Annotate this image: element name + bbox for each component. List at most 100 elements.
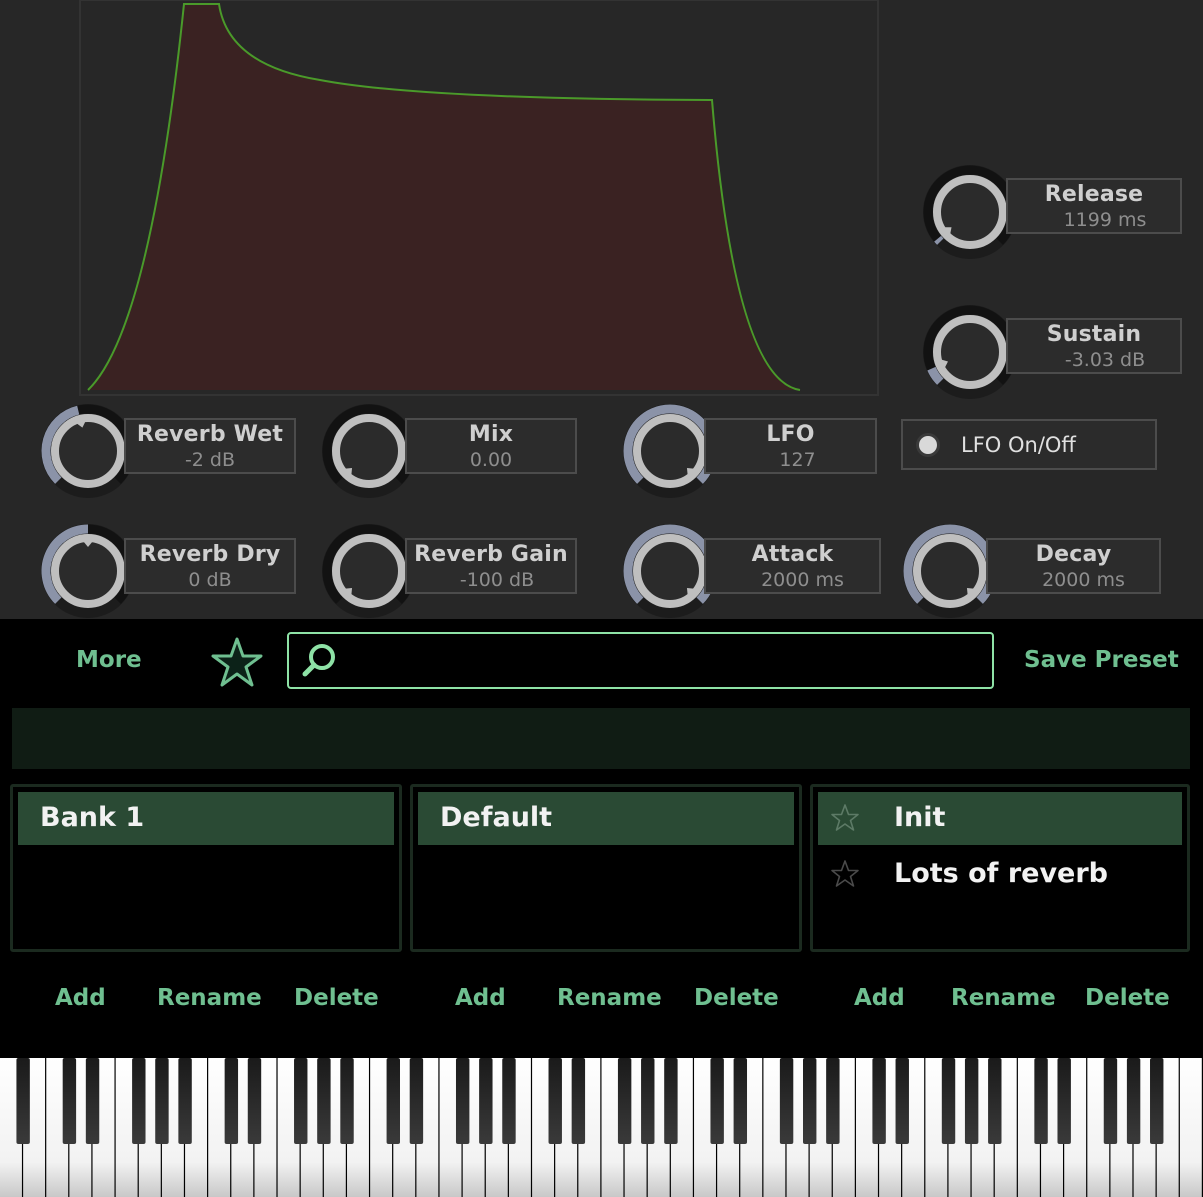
lfo-toggle[interactable]: LFO On/Off bbox=[901, 419, 1157, 470]
preset-item[interactable]: Init bbox=[818, 792, 1182, 845]
reverb-dry-knob[interactable] bbox=[38, 521, 138, 621]
preset-delete-button[interactable]: Delete bbox=[1085, 985, 1170, 1011]
attack-label: Attack bbox=[751, 542, 834, 567]
synth-panel: Release 1199 ms Sustain -3.03 dB Reverb … bbox=[0, 0, 1203, 619]
reverb-wet-value: -2 dB bbox=[184, 449, 236, 471]
black-key[interactable] bbox=[617, 1058, 632, 1144]
reverb-dry-value: 0 dB bbox=[188, 569, 232, 591]
black-key[interactable] bbox=[224, 1058, 239, 1144]
decay-control[interactable]: Decay 2000 ms bbox=[900, 521, 1161, 621]
attack-value: 2000 ms bbox=[761, 569, 844, 591]
black-key[interactable] bbox=[1126, 1058, 1141, 1144]
lfo-display: LFO 127 bbox=[704, 418, 877, 474]
black-key[interactable] bbox=[1150, 1058, 1164, 1144]
black-key[interactable] bbox=[895, 1058, 909, 1144]
mix-label: Mix bbox=[468, 422, 514, 447]
black-key[interactable] bbox=[155, 1058, 169, 1144]
folder-item[interactable]: Default bbox=[418, 792, 794, 845]
preset-list[interactable]: Init Lots of reverb bbox=[810, 784, 1190, 952]
black-key[interactable] bbox=[386, 1058, 400, 1144]
black-key[interactable] bbox=[733, 1058, 748, 1144]
sustain-knob[interactable] bbox=[920, 302, 1020, 402]
bank-add-button[interactable]: Add bbox=[55, 985, 106, 1011]
black-key[interactable] bbox=[803, 1058, 817, 1144]
reverb-wet-control[interactable]: Reverb Wet -2 dB bbox=[38, 401, 298, 501]
bank-item[interactable]: Bank 1 bbox=[18, 792, 394, 845]
reverb-gain-label: Reverb Gain bbox=[414, 542, 568, 567]
preset-add-button[interactable]: Add bbox=[854, 985, 905, 1011]
black-key[interactable] bbox=[178, 1058, 192, 1144]
black-key[interactable] bbox=[317, 1058, 331, 1144]
black-key[interactable] bbox=[247, 1058, 262, 1144]
black-key[interactable] bbox=[872, 1058, 886, 1144]
sustain-control[interactable]: Sustain -3.03 dB bbox=[920, 302, 1182, 402]
reverb-gain-knob[interactable] bbox=[319, 521, 419, 621]
piano-keyboard[interactable] bbox=[0, 1058, 1203, 1197]
black-key[interactable] bbox=[779, 1058, 794, 1144]
white-key[interactable] bbox=[1179, 1058, 1202, 1197]
black-key[interactable] bbox=[571, 1058, 586, 1144]
folder-rename-button[interactable]: Rename bbox=[557, 985, 662, 1011]
black-key[interactable] bbox=[1034, 1058, 1048, 1144]
reverb-dry-display: Reverb Dry 0 dB bbox=[124, 538, 296, 594]
black-key[interactable] bbox=[1103, 1058, 1118, 1144]
save-preset-button[interactable]: Save Preset bbox=[1024, 647, 1179, 673]
bank-item-label: Bank 1 bbox=[40, 802, 145, 833]
black-key[interactable] bbox=[409, 1058, 424, 1144]
black-key[interactable] bbox=[964, 1058, 979, 1144]
black-key[interactable] bbox=[502, 1058, 516, 1144]
reverb-gain-display: Reverb Gain -100 dB bbox=[405, 538, 577, 594]
search-input[interactable] bbox=[287, 632, 994, 689]
lfo-toggle-indicator bbox=[919, 436, 937, 454]
black-key[interactable] bbox=[16, 1058, 30, 1144]
sustain-display: Sustain -3.03 dB bbox=[1006, 318, 1182, 374]
reverb-wet-display: Reverb Wet -2 dB bbox=[124, 418, 296, 474]
black-key[interactable] bbox=[340, 1058, 354, 1144]
reverb-dry-control[interactable]: Reverb Dry 0 dB bbox=[38, 521, 298, 621]
decay-value: 2000 ms bbox=[1042, 569, 1125, 591]
more-button[interactable]: More bbox=[76, 647, 142, 673]
black-key[interactable] bbox=[1057, 1058, 1071, 1144]
decay-label: Decay bbox=[1035, 542, 1112, 567]
black-key[interactable] bbox=[710, 1058, 724, 1144]
mix-value: 0.00 bbox=[469, 449, 513, 471]
reverb-gain-control[interactable]: Reverb Gain -100 dB bbox=[319, 521, 579, 621]
release-control[interactable]: Release 1199 ms bbox=[920, 162, 1182, 262]
black-key[interactable] bbox=[826, 1058, 840, 1144]
decay-knob[interactable] bbox=[900, 521, 1000, 621]
envelope-fill bbox=[88, 4, 800, 390]
black-key[interactable] bbox=[132, 1058, 146, 1144]
preset-item[interactable]: Lots of reverb bbox=[818, 848, 1182, 901]
folder-list[interactable]: Default bbox=[410, 784, 802, 952]
black-key[interactable] bbox=[941, 1058, 956, 1144]
black-key[interactable] bbox=[641, 1058, 655, 1144]
bank-delete-button[interactable]: Delete bbox=[294, 985, 379, 1011]
black-key[interactable] bbox=[294, 1058, 308, 1144]
reverb-dry-label: Reverb Dry bbox=[139, 542, 281, 567]
black-key[interactable] bbox=[479, 1058, 493, 1144]
bank-rename-button[interactable]: Rename bbox=[157, 985, 262, 1011]
preset-favorite-star-icon[interactable] bbox=[830, 803, 860, 833]
mix-control[interactable]: Mix 0.00 bbox=[319, 401, 579, 501]
lfo-toggle-label: LFO On/Off bbox=[961, 433, 1076, 457]
search-icon bbox=[302, 644, 335, 677]
black-key[interactable] bbox=[988, 1058, 1002, 1144]
preset-item-label: Lots of reverb bbox=[894, 858, 1109, 889]
bank-list[interactable]: Bank 1 bbox=[10, 784, 402, 952]
folder-add-button[interactable]: Add bbox=[455, 985, 506, 1011]
preset-item-label: Init bbox=[894, 802, 946, 833]
reverb-wet-knob[interactable] bbox=[38, 401, 138, 501]
attack-control[interactable]: Attack 2000 ms bbox=[620, 521, 881, 621]
black-key[interactable] bbox=[455, 1058, 470, 1144]
folder-delete-button[interactable]: Delete bbox=[694, 985, 779, 1011]
favorites-star-icon[interactable] bbox=[209, 635, 265, 691]
black-key[interactable] bbox=[664, 1058, 678, 1144]
preset-rename-button[interactable]: Rename bbox=[951, 985, 1056, 1011]
black-key[interactable] bbox=[85, 1058, 100, 1144]
release-knob[interactable] bbox=[920, 162, 1020, 262]
black-key[interactable] bbox=[62, 1058, 77, 1144]
mix-knob[interactable] bbox=[319, 401, 419, 501]
black-key[interactable] bbox=[548, 1058, 562, 1144]
preset-favorite-star-icon[interactable] bbox=[830, 859, 860, 889]
lfo-control[interactable]: LFO 127 bbox=[620, 401, 880, 501]
